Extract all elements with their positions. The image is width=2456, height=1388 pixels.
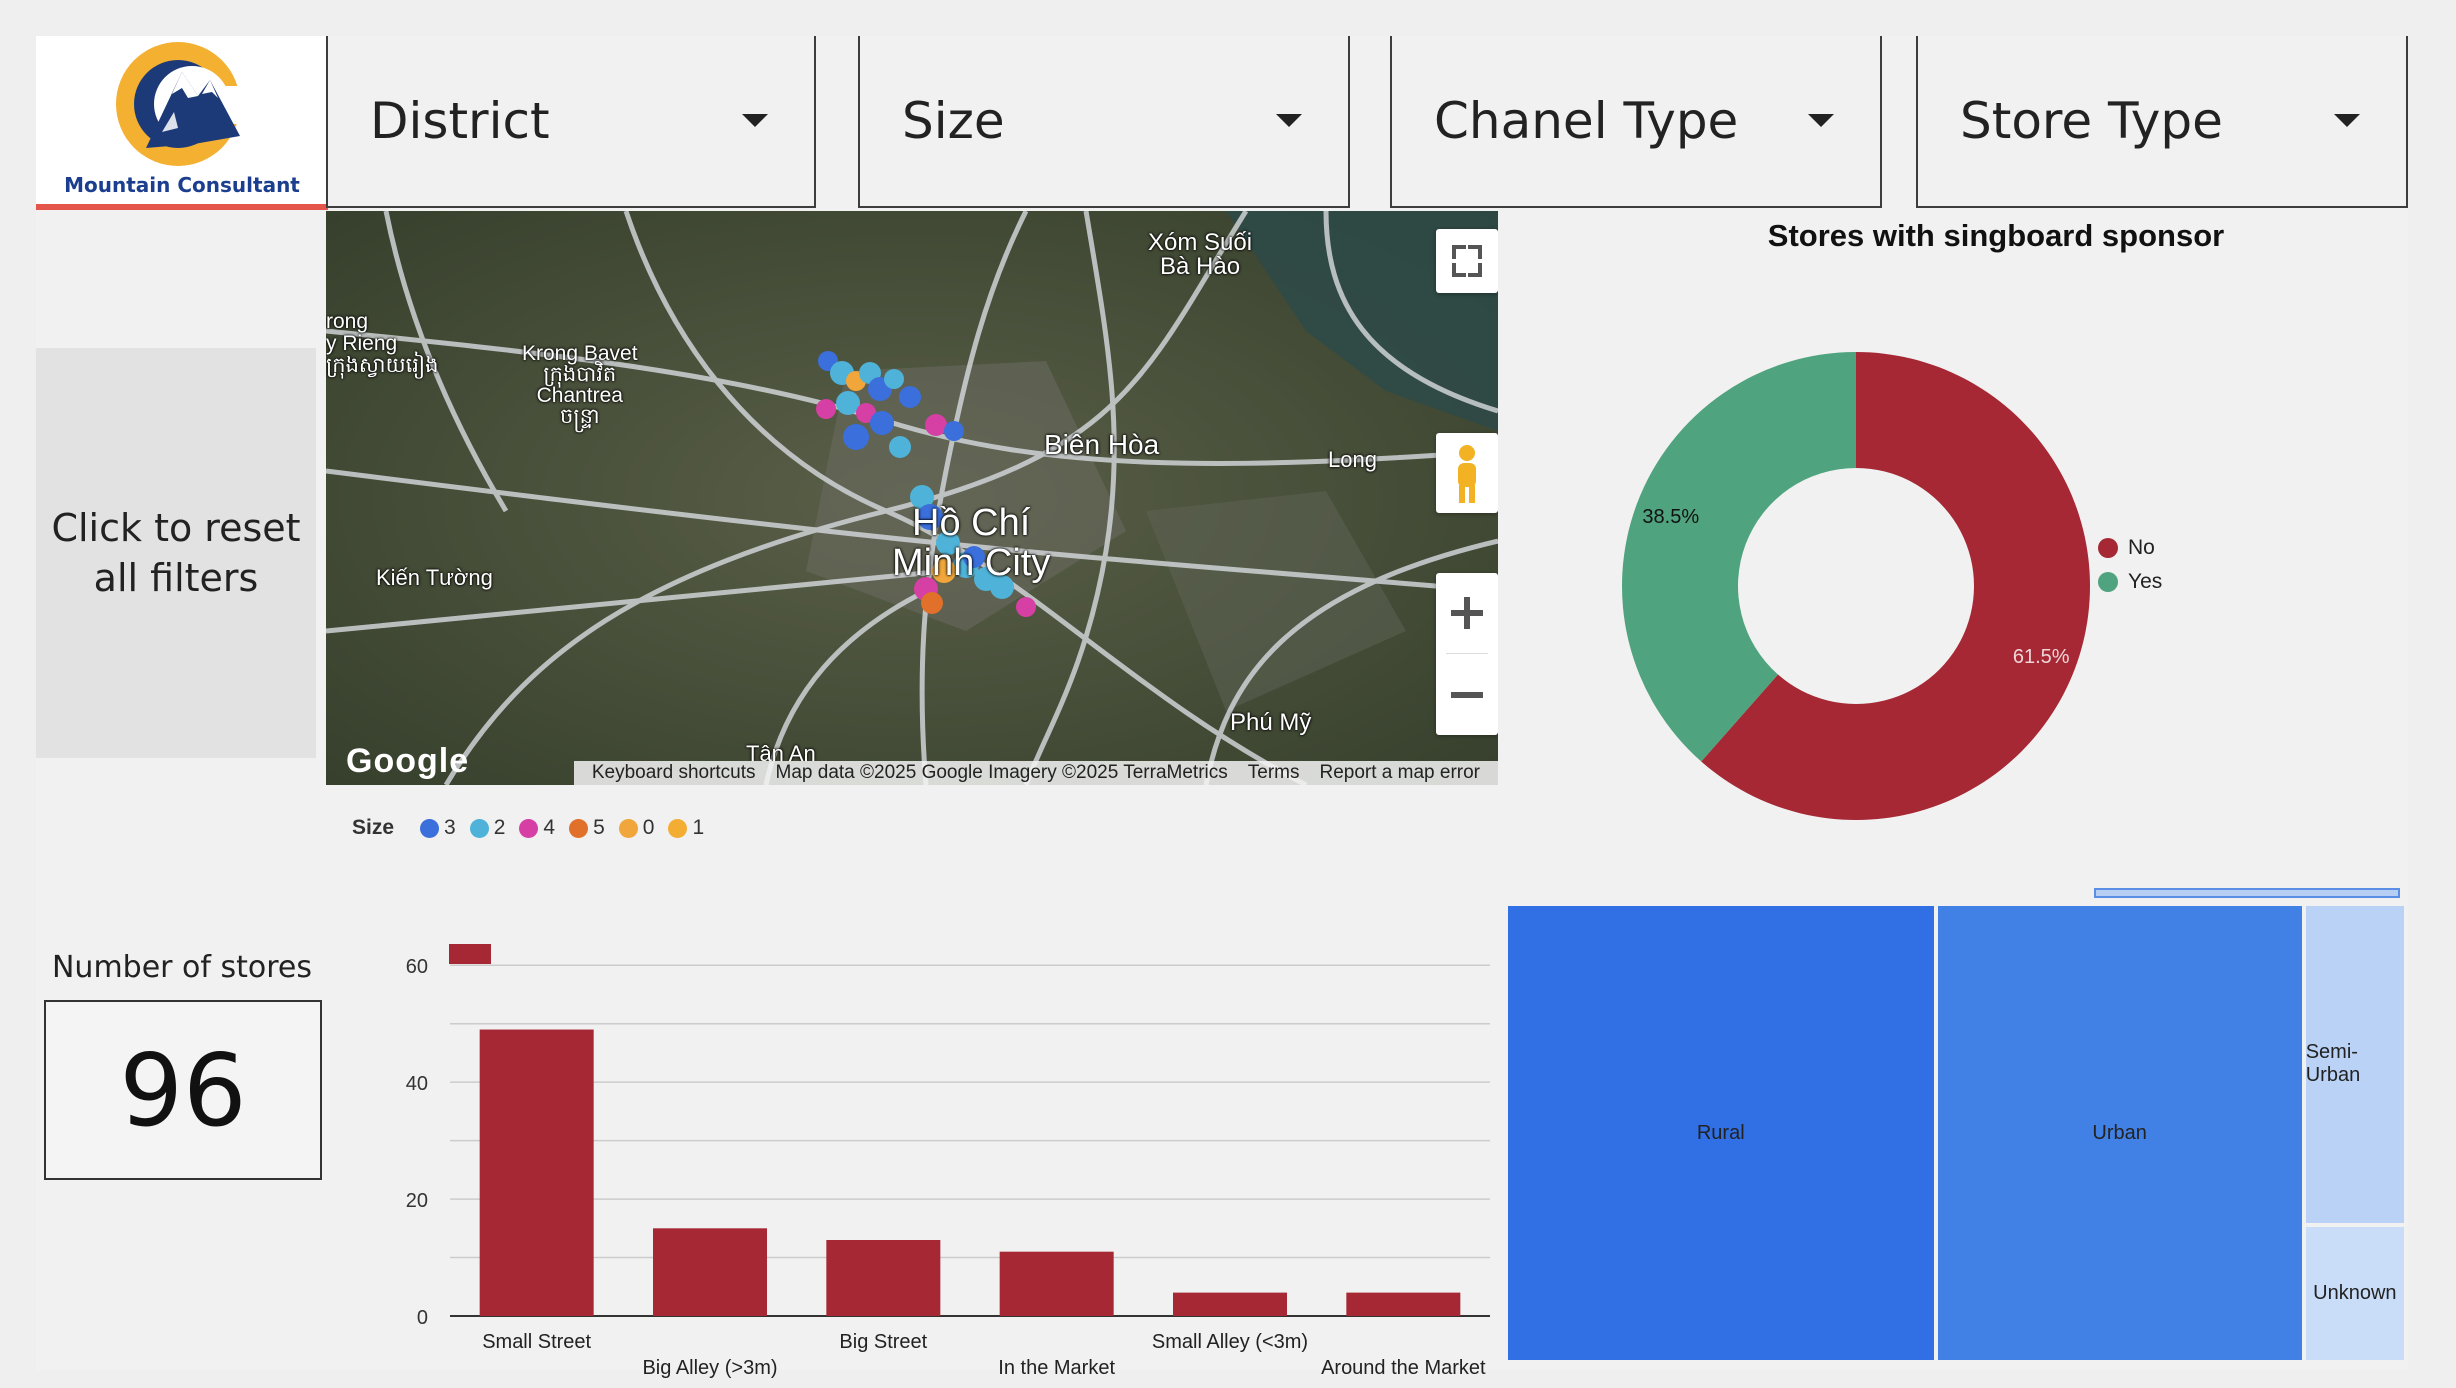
- report-error-link[interactable]: Report a map error: [1309, 762, 1490, 784]
- place-label: Xóm Suối Bà Hào: [1148, 229, 1253, 280]
- size-legend-title: Size: [352, 816, 395, 839]
- bar[interactable]: [653, 1228, 767, 1316]
- logo: Mountain Consultant: [36, 36, 328, 210]
- size-legend-item[interactable]: 5: [569, 816, 605, 840]
- x-tick-label: Small Street: [482, 1331, 591, 1353]
- store-type-filter[interactable]: Store Type: [1916, 36, 2408, 208]
- place-label: Phú Mỹ: [1230, 709, 1312, 736]
- map-data-text: Map data ©2025 Google Imagery ©2025 Terr…: [775, 762, 1228, 783]
- scorecard-value: 96: [44, 1000, 322, 1180]
- terms-link[interactable]: Terms: [1238, 762, 1310, 784]
- keyboard-shortcuts-link[interactable]: Keyboard shortcuts: [582, 762, 766, 784]
- district-filter-label: District: [370, 92, 550, 150]
- bar-legend-swatch: [449, 944, 491, 964]
- place-label: Krong Bavet ក្រុងបាវិត Chantrea ចន្ទ្រា: [522, 342, 638, 428]
- donut-value-label: 38.5%: [1642, 506, 1699, 528]
- legend-dot-icon: [668, 818, 688, 838]
- y-tick-label: 40: [406, 1073, 428, 1095]
- size-legend-item[interactable]: 0: [618, 816, 654, 840]
- x-tick-label: Big Street: [839, 1331, 927, 1353]
- bar[interactable]: [826, 1240, 941, 1316]
- size-filter-label: Size: [902, 92, 1005, 150]
- fullscreen-button[interactable]: [1436, 229, 1498, 293]
- size-legend-item[interactable]: 2: [469, 816, 505, 840]
- chevron-down-icon: [1808, 114, 1834, 127]
- donut-chart[interactable]: 61.5% 38.5%: [1596, 326, 2116, 846]
- legend-dot-icon: [2098, 538, 2118, 558]
- map-imagery: [326, 211, 1498, 785]
- x-tick-label: Big Alley (>3m): [642, 1357, 777, 1379]
- plus-icon: [1451, 597, 1483, 629]
- treemap-cell[interactable]: Semi-Urban: [2303, 904, 2406, 1225]
- donut-chart-title: Stores with singboard sponsor: [1767, 218, 2225, 253]
- treemap-cell[interactable]: Unknown: [2303, 1224, 2406, 1362]
- x-tick-label: Small Alley (<3m): [1152, 1331, 1308, 1353]
- treemap-color-scale: [2094, 888, 2400, 898]
- size-filter[interactable]: Size: [858, 36, 1350, 208]
- store-map[interactable]: Xóm Suối Bà Hào rong y Rieng ក្រុងស្វាយរៀង …: [326, 211, 1498, 785]
- bar[interactable]: [1173, 1292, 1287, 1316]
- y-tick-label: 60: [406, 956, 428, 978]
- treemap-chart[interactable]: Rural Urban Semi-Urban Unknown: [1506, 904, 2406, 1362]
- y-tick-label: 20: [406, 1190, 428, 1212]
- zoom-in-button[interactable]: [1436, 573, 1498, 653]
- minus-icon: [1451, 692, 1483, 698]
- legend-dot-icon: [569, 818, 589, 838]
- street-view-pegman[interactable]: [1436, 433, 1498, 513]
- bar[interactable]: [1346, 1292, 1461, 1316]
- zoom-out-button[interactable]: [1436, 655, 1498, 735]
- donut-legend: No Yes: [2098, 536, 2162, 594]
- donut-legend-item[interactable]: Yes: [2098, 570, 2162, 594]
- size-legend-item[interactable]: 3: [420, 816, 456, 840]
- logo-text: Mountain Consultant: [64, 173, 300, 197]
- district-filter[interactable]: District: [326, 36, 816, 208]
- size-legend-item[interactable]: 1: [668, 816, 704, 840]
- fullscreen-icon: [1452, 245, 1482, 277]
- chanel-type-filter-label: Chanel Type: [1434, 92, 1739, 150]
- reset-filters-button[interactable]: Click to reset all filters: [36, 348, 316, 758]
- bar-chart[interactable]: 0 20 40 60 Small Street Big Alley (>3m) Big St…: [356, 896, 1506, 1386]
- place-label: Long: [1328, 447, 1377, 472]
- place-label: rong y Rieng ក្រុងស្វាយរៀង: [326, 310, 439, 377]
- y-tick-label: 0: [417, 1307, 428, 1329]
- chevron-down-icon: [742, 114, 768, 127]
- zoom-controls: [1436, 573, 1498, 735]
- logo-underline: [36, 204, 328, 210]
- legend-dot-icon: [618, 818, 638, 838]
- donut-legend-item[interactable]: No: [2098, 536, 2162, 560]
- google-logo: Google: [346, 742, 470, 780]
- treemap-cell[interactable]: Rural: [1506, 904, 1936, 1362]
- x-tick-label: Around the Market: [1321, 1357, 1486, 1379]
- map-attribution: Keyboard shortcuts Map data ©2025 Google…: [573, 761, 1498, 785]
- size-legend-item[interactable]: 4: [519, 816, 555, 840]
- bar[interactable]: [999, 1251, 1114, 1316]
- store-type-filter-label: Store Type: [1960, 92, 2223, 150]
- place-label: Biên Hòa: [1044, 429, 1160, 460]
- scorecard-title: Number of stores: [51, 950, 312, 985]
- chanel-type-filter[interactable]: Chanel Type: [1390, 36, 1882, 208]
- legend-dot-icon: [420, 818, 440, 838]
- legend-dot-icon: [469, 818, 489, 838]
- chevron-down-icon: [1276, 114, 1302, 127]
- bar[interactable]: [479, 1029, 594, 1316]
- legend-dot-icon: [519, 818, 539, 838]
- dashboard-canvas: Mountain Consultant District Size Chanel…: [36, 36, 2408, 1379]
- chevron-down-icon: [2334, 114, 2360, 127]
- pegman-icon: [1458, 445, 1476, 503]
- mountain-logo-icon: [116, 42, 262, 166]
- treemap-cell[interactable]: Urban: [1935, 904, 2304, 1362]
- place-label: Hồ Chí Minh City: [892, 502, 1051, 584]
- donut-value-label: 61.5%: [2013, 646, 2070, 668]
- place-label: Kiến Tường: [376, 565, 493, 590]
- zoom-divider: [1446, 653, 1488, 654]
- size-legend: Size 3 2 4 5 0 1: [352, 816, 718, 840]
- legend-dot-icon: [2098, 572, 2118, 592]
- x-tick-label: In the Market: [998, 1357, 1115, 1379]
